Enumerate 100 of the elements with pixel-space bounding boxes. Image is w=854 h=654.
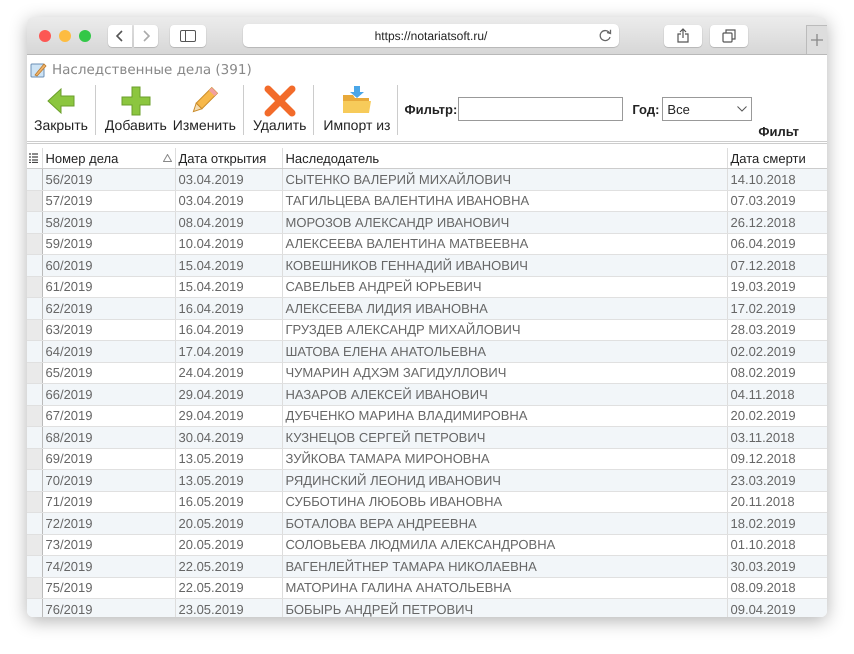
share-button[interactable]	[664, 24, 702, 46]
table-cell: 14.10.2018	[730, 172, 796, 187]
chevron-down-icon	[737, 106, 748, 112]
year-label: Год:	[632, 102, 660, 116]
table-cell: 07.12.2018	[730, 258, 796, 273]
table-cell: 24.04.2019	[178, 365, 244, 380]
toolbar-button[interactable]: Закрыть	[31, 85, 91, 135]
row-selector[interactable]	[27, 426, 42, 448]
back-button[interactable]	[108, 24, 132, 46]
cross-icon	[264, 85, 296, 117]
table-cell: 03.11.2018	[730, 430, 795, 445]
new-tab-button[interactable]	[806, 25, 827, 54]
close-icon[interactable]	[39, 30, 51, 42]
table-cell: 23.05.2019	[178, 602, 244, 617]
address-bar[interactable]: https://notariatsoft.ru/	[243, 24, 619, 47]
row-selector[interactable]	[27, 168, 42, 190]
table-cell: РЯДИНСКИЙ ЛЕОНИД ИВАНОВИЧ	[286, 472, 501, 488]
table-cell: ЧУМАРИН АДХЭМ ЗАГИДУЛЛОВИЧ	[286, 365, 506, 380]
row-selector[interactable]	[27, 384, 42, 405]
table-cell: 04.11.2018	[730, 386, 795, 402]
table-cell: 16.04.2019	[178, 322, 244, 338]
toolbar-button[interactable]: Удалить	[250, 85, 310, 135]
table-cell: 69/2019	[46, 451, 92, 466]
row-selector[interactable]	[27, 491, 42, 512]
table-cell: 08.09.2018	[730, 580, 796, 596]
arrow-left-icon	[44, 85, 77, 117]
tabs-button[interactable]	[710, 24, 748, 46]
table-cell: 20.05.2019	[178, 516, 244, 531]
row-selector[interactable]	[27, 556, 42, 577]
table-cell: 61/2019	[46, 279, 92, 294]
row-selector[interactable]	[27, 577, 42, 598]
row-selector[interactable]	[27, 276, 42, 298]
maximize-icon[interactable]	[79, 30, 91, 42]
table-cell: СОЛОВЬЕВА ЛЮДМИЛА АЛЕКСАНДРОВНА	[286, 537, 556, 552]
filter-field[interactable]	[458, 97, 624, 121]
table-cell: 30.04.2019	[178, 430, 244, 445]
sidebar-icon	[180, 30, 196, 42]
column-header[interactable]: Дата открытия	[178, 150, 278, 166]
table-cell: 13.05.2019	[178, 472, 244, 488]
table-cell: 29.04.2019	[178, 386, 244, 402]
table-cell: 75/2019	[46, 580, 92, 596]
row-selector[interactable]	[27, 340, 42, 362]
toolbar-button[interactable]: Импорт из	[320, 85, 394, 135]
row-selector[interactable]	[27, 319, 42, 340]
column-header[interactable]: Наследодатель	[286, 150, 724, 166]
table-cell: 66/2019	[46, 386, 92, 402]
table-cell: 02.02.2019	[730, 344, 796, 359]
table-cell: 08.02.2019	[730, 365, 796, 380]
column-header[interactable]: Дата смерти	[730, 150, 824, 166]
row-selector[interactable]	[27, 405, 42, 426]
table-cell: 20.11.2018	[730, 494, 795, 510]
column-header[interactable]: Номер дела	[46, 150, 172, 166]
reload-icon[interactable]	[599, 29, 612, 42]
table-cell: 68/2019	[46, 430, 92, 445]
row-selector[interactable]	[27, 448, 42, 470]
table-cell: 74/2019	[46, 558, 92, 574]
table-cell: 03.04.2019	[178, 193, 244, 208]
row-selector[interactable]	[27, 233, 42, 254]
table-cell: 15.04.2019	[178, 279, 244, 294]
table-cell: ВАГЕНЛЕЙТНЕР ТАМАРА НИКОЛАЕВНА	[286, 558, 537, 574]
row-selector[interactable]	[27, 512, 42, 534]
table-cell: 03.04.2019	[178, 172, 244, 187]
table-cell: 65/2019	[46, 365, 92, 380]
table-cell: 22.05.2019	[178, 558, 244, 574]
toolbar-button[interactable]: Изменить	[170, 85, 239, 135]
table-cell: 07.03.2019	[730, 193, 796, 208]
column-chooser-icon[interactable]	[29, 152, 38, 162]
table-cell: БОТАЛОВА ВЕРА АНДРЕЕВНА	[286, 516, 477, 531]
row-selector[interactable]	[27, 534, 42, 556]
table-cell: БОБЫРЬ АНДРЕЙ ПЕТРОВИЧ	[286, 602, 474, 617]
url-text: https://notariatsoft.ru/	[374, 28, 488, 42]
table-cell: КУЗНЕЦОВ СЕРГЕЙ ПЕТРОВИЧ	[286, 430, 486, 445]
table-cell: ЗУЙКОВА ТАМАРА МИРОНОВНА	[286, 451, 490, 466]
year-dropdown[interactable]: Все	[662, 97, 752, 121]
row-selector[interactable]	[27, 254, 42, 276]
table-cell: 59/2019	[46, 236, 92, 252]
row-selector[interactable]	[27, 362, 42, 384]
sidebar-button[interactable]	[170, 24, 206, 46]
share-icon	[676, 28, 688, 43]
toolbar-button[interactable]: Добавить	[102, 85, 170, 135]
row-selector[interactable]	[27, 190, 42, 212]
table-cell: ДУБЧЕНКО МАРИНА ВЛАДИМИРОВНА	[286, 408, 528, 424]
minimize-icon[interactable]	[59, 30, 71, 42]
table-cell: 06.04.2019	[730, 236, 796, 252]
notebook-icon	[29, 61, 47, 79]
table-cell: 18.02.2019	[730, 516, 796, 531]
table-cell: 67/2019	[46, 408, 92, 424]
sort-icon	[162, 154, 172, 162]
table-cell: ТАГИЛЬЦЕВА ВАЛЕНТИНА ИВАНОВНА	[286, 193, 530, 208]
row-selector[interactable]	[27, 298, 42, 319]
table-cell: 23.03.2019	[730, 472, 796, 488]
row-selector[interactable]	[27, 598, 42, 617]
table-cell: СУББОТИНА ЛЮБОВЬ ИВАНОВНА	[286, 494, 502, 510]
row-selector[interactable]	[27, 212, 42, 233]
table-cell: АЛЕКСЕЕВА ЛИДИЯ ИВАНОВНА	[286, 300, 488, 316]
table-cell: 29.04.2019	[178, 408, 244, 424]
table-cell: 56/2019	[46, 172, 92, 187]
table-cell: 30.03.2019	[730, 558, 796, 574]
tabs-icon	[722, 28, 736, 42]
row-selector[interactable]	[27, 470, 42, 491]
